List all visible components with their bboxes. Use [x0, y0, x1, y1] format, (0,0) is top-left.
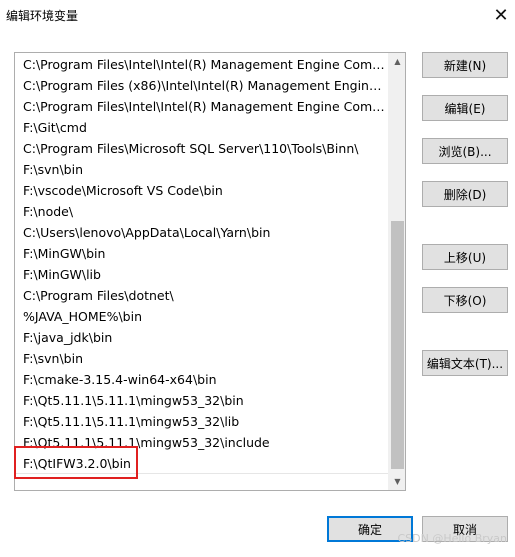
- move-down-button[interactable]: 下移(O): [422, 287, 508, 313]
- edit-text-button[interactable]: 编辑文本(T)...: [422, 350, 508, 376]
- path-list-item[interactable]: F:\svn\bin: [15, 159, 389, 180]
- edit-button[interactable]: 编辑(E): [422, 95, 508, 121]
- path-list[interactable]: C:\Program Files\Intel\Intel(R) Manageme…: [15, 53, 389, 490]
- scroll-up-arrow-icon[interactable]: ▲: [389, 53, 405, 70]
- path-list-item[interactable]: C:\Program Files\dotnet\: [15, 285, 389, 306]
- path-list-item[interactable]: F:\Qt5.11.1\5.11.1\mingw53_32\include: [15, 432, 389, 453]
- path-list-item[interactable]: F:\Qt5.11.1\5.11.1\mingw53_32\bin: [15, 390, 389, 411]
- path-list-item[interactable]: F:\java_jdk\bin: [15, 327, 389, 348]
- path-list-item[interactable]: F:\Git\cmd: [15, 117, 389, 138]
- path-list-box[interactable]: C:\Program Files\Intel\Intel(R) Manageme…: [14, 52, 406, 491]
- new-button[interactable]: 新建(N): [422, 52, 508, 78]
- window-title: 编辑环境变量: [6, 9, 79, 23]
- title-bar: 编辑环境变量 ✕: [0, 0, 515, 30]
- path-list-item[interactable]: F:\MinGW\lib: [15, 264, 389, 285]
- move-up-button[interactable]: 上移(U): [422, 244, 508, 270]
- browse-button[interactable]: 浏览(B)...: [422, 138, 508, 164]
- path-list-item[interactable]: C:\Users\lenovo\AppData\Local\Yarn\bin: [15, 222, 389, 243]
- path-list-item[interactable]: F:\vscode\Microsoft VS Code\bin: [15, 180, 389, 201]
- path-list-item[interactable]: F:\Qt5.11.1\5.11.1\mingw53_32\lib: [15, 411, 389, 432]
- path-list-item[interactable]: C:\Program Files\Intel\Intel(R) Manageme…: [15, 96, 389, 117]
- path-list-item[interactable]: C:\Program Files\Intel\Intel(R) Manageme…: [15, 54, 389, 75]
- path-list-item[interactable]: F:\svn\bin: [15, 348, 389, 369]
- path-list-item[interactable]: F:\QtIFW3.2.0\bin: [15, 453, 389, 474]
- scroll-thumb[interactable]: [391, 221, 404, 469]
- scroll-down-arrow-icon[interactable]: ▼: [389, 473, 405, 490]
- path-list-item[interactable]: F:\MinGW\bin: [15, 243, 389, 264]
- delete-button[interactable]: 删除(D): [422, 181, 508, 207]
- path-list-item[interactable]: C:\Program Files\Microsoft SQL Server\11…: [15, 138, 389, 159]
- path-list-item[interactable]: F:\node\: [15, 201, 389, 222]
- path-list-item[interactable]: F:\cmake-3.15.4-win64-x64\bin: [15, 369, 389, 390]
- watermark: CSDN @Hello Bryan: [397, 532, 507, 545]
- path-list-item[interactable]: C:\Program Files (x86)\Intel\Intel(R) Ma…: [15, 75, 389, 96]
- path-list-item[interactable]: %JAVA_HOME%\bin: [15, 306, 389, 327]
- close-icon[interactable]: ✕: [487, 0, 515, 30]
- vertical-scrollbar[interactable]: ▲ ▼: [388, 53, 405, 490]
